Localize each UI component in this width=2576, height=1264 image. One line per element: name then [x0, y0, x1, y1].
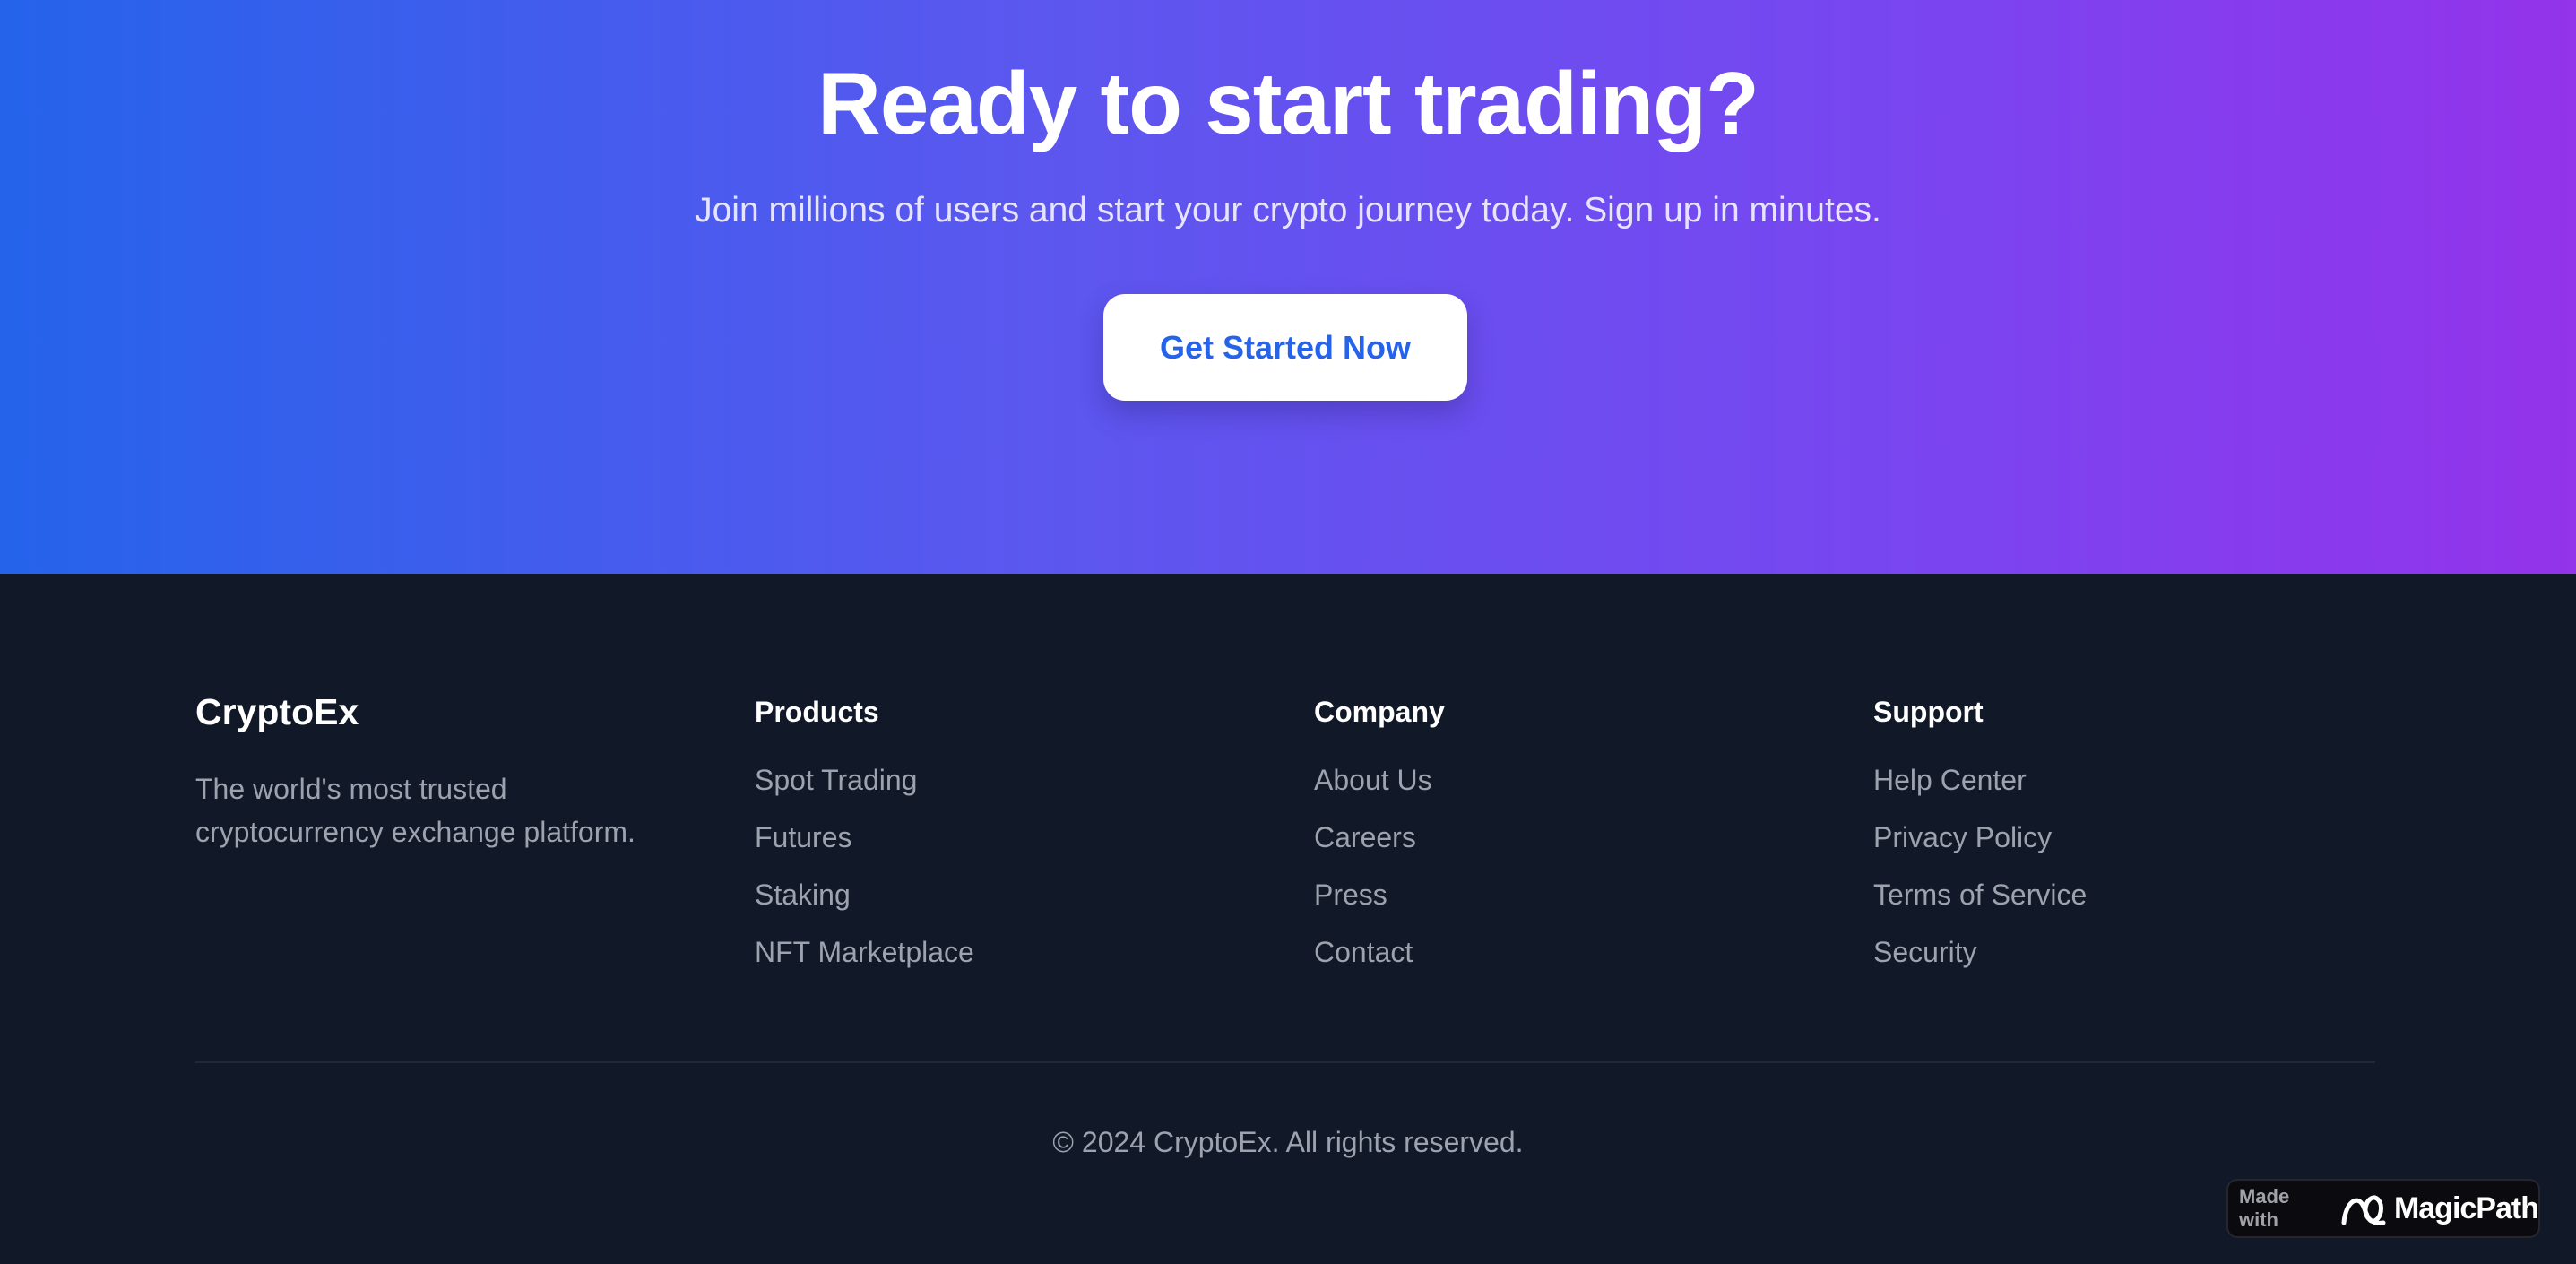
- footer-link-spot-trading[interactable]: Spot Trading: [755, 764, 917, 796]
- badge-made-with-label: Made with: [2239, 1185, 2290, 1231]
- cta-section: Ready to start trading? Join millions of…: [0, 0, 2576, 574]
- footer-link-staking[interactable]: Staking: [755, 879, 851, 911]
- made-with-magicpath-badge[interactable]: Made with MagicPath: [2226, 1179, 2540, 1238]
- footer-column-support: Support Help Center Privacy Policy Terms…: [1873, 692, 2375, 991]
- footer-brand-description: The world's most trusted cryptocurrency …: [195, 773, 635, 848]
- footer-column-company: Company About Us Careers Press Contact: [1314, 692, 1816, 991]
- footer-link-privacy-policy[interactable]: Privacy Policy: [1873, 821, 2052, 853]
- footer-brand: CryptoEx The world's most trusted crypto…: [195, 688, 697, 853]
- footer-column-products: Products Spot Trading Futures Staking NF…: [755, 692, 1257, 991]
- footer-brand-name: CryptoEx: [195, 691, 359, 732]
- footer-link-terms-of-service[interactable]: Terms of Service: [1873, 879, 2087, 911]
- badge-brand-name: MagicPath: [2393, 1190, 2539, 1225]
- footer-link-press[interactable]: Press: [1314, 879, 1387, 911]
- footer-divider: [195, 1061, 2375, 1063]
- get-started-button[interactable]: Get Started Now: [1103, 294, 1467, 401]
- site-footer: CryptoEx The world's most trusted crypto…: [0, 574, 2576, 1264]
- cta-subtitle: Join millions of users and start your cr…: [695, 191, 1881, 229]
- footer-link-about-us[interactable]: About Us: [1314, 764, 1432, 796]
- footer-link-help-center[interactable]: Help Center: [1873, 764, 2027, 796]
- footer-column-heading: Company: [1314, 696, 1445, 728]
- footer-link-contact[interactable]: Contact: [1314, 936, 1413, 968]
- magicpath-logo-icon: [2338, 1189, 2389, 1228]
- cta-title: Ready to start trading?: [817, 54, 1759, 152]
- footer-link-list: Spot Trading Futures Staking NFT Marketp…: [755, 762, 1257, 991]
- footer-link-careers[interactable]: Careers: [1314, 821, 1416, 853]
- copyright-text: © 2024 CryptoEx. All rights reserved.: [1052, 1126, 1524, 1158]
- footer-link-futures[interactable]: Futures: [755, 821, 851, 853]
- footer-column-heading: Products: [755, 696, 879, 728]
- footer-link-list: About Us Careers Press Contact: [1314, 762, 1816, 991]
- footer-link-list: Help Center Privacy Policy Terms of Serv…: [1873, 762, 2375, 991]
- footer-column-heading: Support: [1873, 696, 1984, 728]
- footer-link-security[interactable]: Security: [1873, 936, 1977, 968]
- footer-link-nft-marketplace[interactable]: NFT Marketplace: [755, 936, 974, 968]
